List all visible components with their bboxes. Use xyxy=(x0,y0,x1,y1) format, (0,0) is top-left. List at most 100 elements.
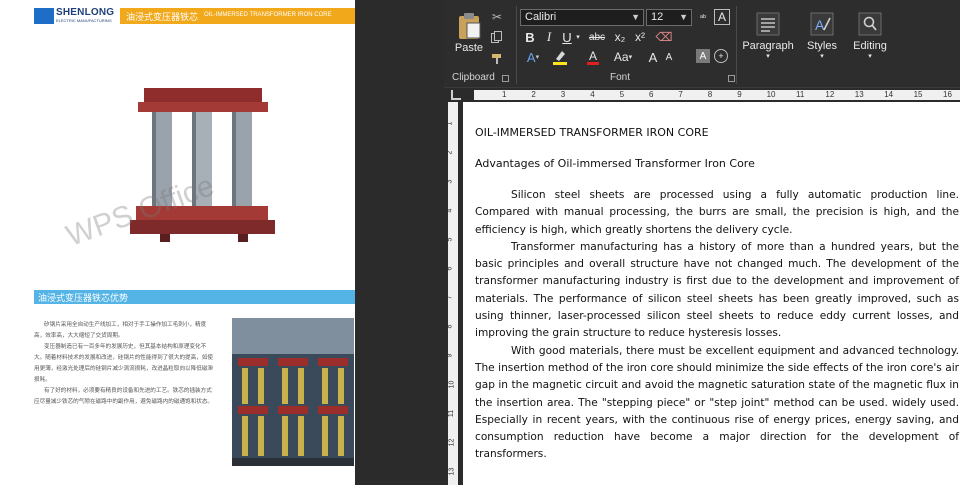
home-ribbon: Paste ✂ Clipboard Calibri ▼ 12 ▼ ᵃᵇ A B … xyxy=(444,0,960,88)
ruler-number: 14 xyxy=(884,90,894,99)
ruler-number: 1 xyxy=(502,90,507,99)
chevron-down-icon: ▾ xyxy=(868,53,872,60)
ruler-number: 15 xyxy=(913,90,923,99)
document-body[interactable]: OIL-IMMERSED TRANSFORMER IRON CORE Advan… xyxy=(475,126,959,464)
editing-button[interactable]: Editing ▾ xyxy=(848,8,892,64)
bold-button[interactable]: B xyxy=(522,28,538,46)
ruler-number: 7 xyxy=(678,90,683,99)
vruler-number: 8 xyxy=(446,324,454,329)
ruler-number: 4 xyxy=(590,90,595,99)
vruler-number: 6 xyxy=(446,266,454,271)
document-subtitle: Advantages of Oil-immersed Transformer I… xyxy=(475,157,755,170)
clear-formatting-icon[interactable]: ⌫ xyxy=(656,28,673,46)
styles-button[interactable]: A Styles ▾ xyxy=(800,8,844,64)
ruler-number: 3 xyxy=(560,90,566,99)
vruler-number: 1 xyxy=(446,121,454,126)
search-icon xyxy=(858,12,882,36)
ruler-number: 16 xyxy=(943,90,952,99)
vruler-number: 4 xyxy=(446,208,454,213)
vruler-track xyxy=(448,102,458,485)
document-page[interactable]: OIL-IMMERSED TRANSFORMER IRON CORE Advan… xyxy=(463,102,960,485)
font-size-combo[interactable]: 12 ▼ xyxy=(646,9,692,26)
copy-icon[interactable] xyxy=(490,30,504,44)
character-shading-icon[interactable]: A xyxy=(696,49,710,63)
clipboard-icon xyxy=(459,13,481,39)
change-case-label: Aa xyxy=(613,50,629,64)
brand-name: SHENLONG xyxy=(56,7,115,18)
document-paragraph: Transformer manufacturing has a history … xyxy=(475,240,959,340)
ribbon-divider xyxy=(516,6,517,84)
chevron-down-icon: ▼ xyxy=(631,12,640,22)
subscript-button[interactable]: x₂ xyxy=(612,28,628,46)
chevron-down-icon: ▾ xyxy=(766,53,770,60)
grow-font-button[interactable]: A xyxy=(646,48,660,66)
vruler-number: 9 xyxy=(446,353,454,358)
font-launcher-icon[interactable] xyxy=(728,75,735,82)
paste-button[interactable]: Paste xyxy=(452,6,486,60)
section-title-cn: 油浸式变压器铁芯优势 xyxy=(38,294,129,304)
font-color-icon[interactable]: A xyxy=(582,48,604,66)
italic-button[interactable]: I xyxy=(542,28,556,46)
vruler-number: 2 xyxy=(446,150,454,155)
enclose-characters-icon[interactable]: + xyxy=(714,49,728,63)
logo-mark xyxy=(34,8,54,24)
header-title-cn: 油浸式变压器铁芯 xyxy=(126,13,199,23)
brochure-image-panel: SHENLONG ELECTRIC MANUFACTURING 油浸式变压器铁芯… xyxy=(0,0,355,485)
vruler-number: 7 xyxy=(446,295,454,300)
section-title-bar: 油浸式变压器铁芯优势 xyxy=(34,290,355,304)
vruler-number: 10 xyxy=(448,380,456,389)
ruler-number: 13 xyxy=(854,90,864,99)
editing-label: Editing xyxy=(853,40,887,52)
paste-label: Paste xyxy=(454,42,484,54)
document-title: OIL-IMMERSED TRANSFORMER IRON CORE xyxy=(475,126,709,139)
clipboard-group-label: Clipboard xyxy=(452,72,495,83)
change-case-button[interactable]: Aa ▾ xyxy=(610,48,636,66)
superscript-button[interactable]: x² xyxy=(632,28,648,46)
format-painter-icon[interactable] xyxy=(490,52,504,66)
ruler-number: 8 xyxy=(707,90,713,99)
ruler-number: 11 xyxy=(796,90,805,99)
screen: SHENLONG ELECTRIC MANUFACTURING 油浸式变压器铁芯… xyxy=(0,0,960,485)
font-name-value: Calibri xyxy=(525,11,557,23)
header-title-bar: 油浸式变压器铁芯 OIL-IMMERSED TRANSFORMER IRON C… xyxy=(120,8,355,24)
ruler-number: 9 xyxy=(737,90,742,99)
underline-button[interactable]: U xyxy=(560,28,574,46)
brochure-paragraph: 变压器制造已有一百多年的发展历史，但其基本结构和原理变化不大。随着材料技术的发展… xyxy=(34,344,214,383)
cut-icon[interactable]: ✂ xyxy=(490,10,504,24)
document-paragraph: Silicon steel sheets are processed using… xyxy=(475,189,959,236)
word-window: Paste ✂ Clipboard Calibri ▼ 12 ▼ ᵃᵇ A B … xyxy=(444,0,960,485)
strikethrough-button[interactable]: abc xyxy=(586,28,608,46)
underline-dropdown-icon[interactable]: ▾ xyxy=(574,28,582,46)
text-effects-icon[interactable]: A xyxy=(714,9,730,25)
shrink-font-button[interactable]: A xyxy=(662,48,676,66)
ruler-number: 10 xyxy=(766,90,776,99)
vruler-number: 13 xyxy=(448,467,456,476)
brochure-body-text: 矽钢片采用全自动生产线加工，相对于手工操作加工毛刺小，精度高，效率高，大大缩短了… xyxy=(34,320,214,408)
header-title-en: OIL-IMMERSED TRANSFORMER IRON CORE xyxy=(204,12,332,18)
brand-subtitle: ELECTRIC MANUFACTURING xyxy=(56,18,112,23)
ruler-number: 12 xyxy=(825,90,835,99)
brochure-paragraph: 有了好的材料，必须要有精良的设备和先进的工艺。铁芯的插装方式应尽量减少铁芯的气隙… xyxy=(34,388,214,405)
company-logo: SHENLONG ELECTRIC MANUFACTURING xyxy=(34,7,118,24)
brochure-header: SHENLONG ELECTRIC MANUFACTURING 油浸式变压器铁芯… xyxy=(0,6,355,24)
ruler-number: 6 xyxy=(649,90,654,99)
change-case-icon[interactable]: ᵃᵇ xyxy=(696,9,710,25)
ruler-number: 2 xyxy=(531,90,536,99)
horizontal-ruler[interactable]: 1 2 3 4 5 6 7 8 9 10 11 12 13 14 15 16 xyxy=(444,88,960,102)
tab-selector-icon[interactable] xyxy=(451,90,461,100)
clipboard-launcher-icon[interactable] xyxy=(502,75,509,82)
text-effects-dropdown-icon[interactable]: A ▾ xyxy=(522,48,544,66)
ribbon-divider xyxy=(736,6,737,84)
svg-text:A: A xyxy=(815,17,825,33)
styles-label: Styles xyxy=(807,40,837,52)
chevron-down-icon: ▾ xyxy=(820,53,824,60)
vertical-ruler[interactable]: 1 2 3 4 5 6 7 8 9 10 11 12 13 xyxy=(444,102,462,485)
vruler-number: 11 xyxy=(448,409,456,418)
chevron-down-icon: ▼ xyxy=(679,12,688,22)
pane-gap xyxy=(355,0,445,485)
font-name-combo[interactable]: Calibri ▼ xyxy=(520,9,644,26)
paragraph-button[interactable]: Paragraph ▾ xyxy=(742,8,794,64)
highlight-color-icon[interactable] xyxy=(550,48,572,66)
font-size-value: 12 xyxy=(651,11,664,23)
stacked-cores-photo xyxy=(232,318,354,466)
